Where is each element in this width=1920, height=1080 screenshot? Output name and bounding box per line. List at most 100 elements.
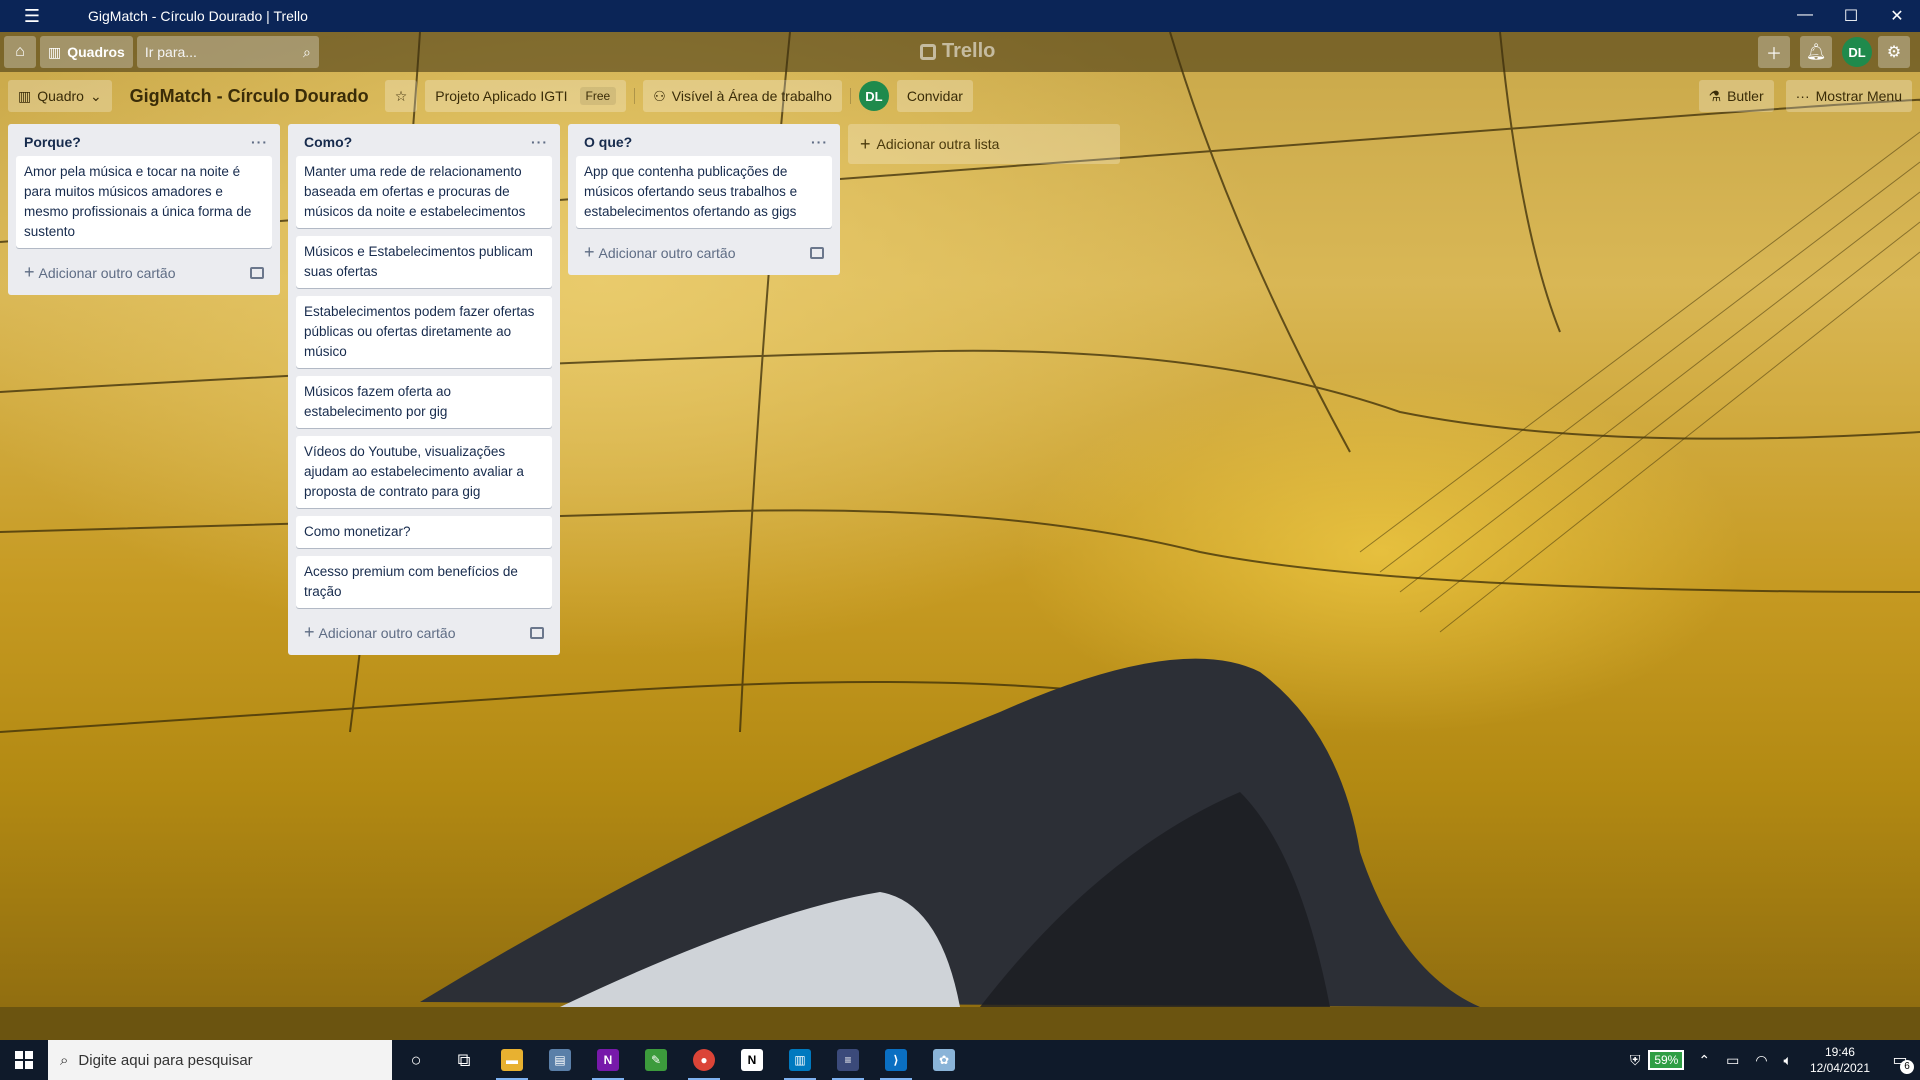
notifications-button[interactable]: 🔔︎ [1800, 36, 1832, 68]
search-box[interactable]: ⌕ [136, 36, 319, 68]
card[interactable]: App que contenha publicações de músicos … [576, 156, 832, 228]
add-card-label: Adicionar outro cartão [318, 625, 456, 641]
window-controls: — ☐ ✕ [1782, 6, 1920, 26]
board-view-switcher[interactable]: ▥ Quadro ⌄ [8, 80, 112, 112]
create-button[interactable]: ＋ [1758, 36, 1790, 68]
menu-icon[interactable]: ☰ [0, 6, 64, 27]
member-avatar[interactable]: DL [858, 81, 889, 111]
list-header[interactable]: O que? ··· [568, 124, 840, 156]
close-icon[interactable]: ✕ [1874, 6, 1920, 26]
list-cards: App que contenha publicações de músicos … [568, 156, 840, 228]
taskbar-search-input[interactable] [78, 1051, 359, 1069]
volume-icon[interactable]: 🔈︎ [1776, 1052, 1800, 1069]
star-icon: ☆ [394, 87, 408, 104]
system-tray: ⛨ 59% ⌃ ▭ ◠ 🔈︎ 19:46 12/04/2021 ▭ 6 [1622, 1040, 1920, 1080]
card[interactable]: Estabelecimentos podem fazer ofertas púb… [296, 296, 552, 368]
list-como: Como? ··· Manter uma rede de relacioname… [288, 124, 560, 655]
clock[interactable]: 19:46 12/04/2021 [1800, 1044, 1880, 1076]
add-card-label: Adicionar outro cartão [38, 265, 176, 281]
clock-time: 19:46 [1824, 1045, 1855, 1059]
trello-logo-icon [920, 43, 936, 60]
chrome-icon[interactable]: ● [680, 1040, 728, 1080]
list-header[interactable]: Porque? ··· [8, 124, 280, 156]
chevron-up-icon[interactable]: ⌃ [1690, 1052, 1718, 1069]
paint-icon[interactable]: ✿ [920, 1040, 968, 1080]
more-icon: ··· [1795, 88, 1810, 104]
card[interactable]: Manter uma rede de relacionamento basead… [296, 156, 552, 228]
add-list-label: Adicionar outra lista [876, 136, 1000, 152]
board-header: ▥ Quadro ⌄ GigMatch - Círculo Dourado ☆ … [8, 80, 1912, 112]
list-title[interactable]: Porque? [24, 134, 81, 150]
add-card-button[interactable]: + Adicionar outro cartão [288, 616, 560, 651]
header-actions: ＋ 🔔︎ DL ⚙ [1758, 36, 1914, 68]
home-icon: ⌂ [15, 43, 25, 60]
show-menu-button[interactable]: ··· Mostrar Menu [1785, 80, 1912, 112]
task-view-icon[interactable]: ⧉ [440, 1040, 488, 1080]
card-template-icon[interactable] [810, 246, 824, 259]
list-title[interactable]: O que? [584, 134, 632, 150]
card[interactable]: Amor pela música e tocar na noite é para… [16, 156, 272, 248]
battery-icon[interactable]: ▭ [1718, 1052, 1747, 1069]
butler-icon: ⚗ [1708, 87, 1722, 104]
gear-icon: ⚙ [1886, 44, 1902, 61]
boards-button[interactable]: ▥ Quadros [40, 36, 133, 68]
file-explorer-icon[interactable]: ▬ [488, 1040, 536, 1080]
search-icon[interactable]: ⌕ [303, 44, 311, 61]
trello-app-icon[interactable]: ▥ [776, 1040, 824, 1080]
maximize-icon[interactable]: ☐ [1828, 6, 1874, 26]
start-button[interactable] [0, 1040, 48, 1080]
plus-icon: + [584, 242, 595, 262]
vscode-icon[interactable]: ⟩ [872, 1040, 920, 1080]
card[interactable]: Vídeos do Youtube, visualizações ajudam … [296, 436, 552, 508]
card[interactable]: Acesso premium com benefícios de tração [296, 556, 552, 608]
card[interactable]: Músicos fazem oferta ao estabelecimento … [296, 376, 552, 428]
notification-count: 6 [1900, 1060, 1914, 1074]
app-icon[interactable]: ▤ [536, 1040, 584, 1080]
boards-label: Quadros [67, 44, 125, 60]
list-more-icon[interactable]: ··· [251, 134, 272, 150]
user-avatar[interactable]: DL [1842, 37, 1872, 67]
taskbar-search[interactable]: ⌕ [48, 1040, 392, 1080]
show-menu-label: Mostrar Menu [1815, 88, 1902, 104]
notion-icon[interactable]: N [728, 1040, 776, 1080]
wifi-icon[interactable]: ◠ [1747, 1052, 1775, 1069]
board-title[interactable]: GigMatch - Círculo Dourado [120, 86, 377, 107]
minimize-icon[interactable]: — [1782, 6, 1828, 26]
trello-logo-text: Trello [942, 40, 996, 62]
list-header[interactable]: Como? ··· [288, 124, 560, 156]
notepad-icon[interactable]: ✎ [632, 1040, 680, 1080]
list-more-icon[interactable]: ··· [811, 134, 832, 150]
add-card-button[interactable]: + Adicionar outro cartão [8, 256, 280, 291]
app-icon[interactable]: ≡ [824, 1040, 872, 1080]
star-button[interactable]: ☆ [384, 80, 418, 112]
divider [849, 88, 851, 104]
notification-center-icon[interactable]: ▭ 6 [1880, 1050, 1920, 1074]
onenote-icon[interactable]: N [584, 1040, 632, 1080]
card[interactable]: Como monetizar? [296, 516, 552, 548]
list-more-icon[interactable]: ··· [531, 134, 552, 150]
add-list-button[interactable]: + Adicionar outra lista [848, 124, 1120, 164]
cortana-icon[interactable]: ○ [392, 1040, 440, 1080]
clock-date: 12/04/2021 [1809, 1061, 1870, 1075]
invite-button[interactable]: Convidar [896, 80, 973, 112]
card-template-icon[interactable] [250, 266, 264, 279]
home-button[interactable]: ⌂ [4, 36, 36, 68]
battery-indicator[interactable]: 59% [1648, 1050, 1685, 1070]
settings-button[interactable]: ⚙ [1878, 36, 1910, 68]
plus-icon: + [860, 133, 871, 154]
list-title[interactable]: Como? [304, 134, 352, 150]
search-input[interactable] [144, 44, 275, 60]
search-icon: ⌕ [60, 1051, 69, 1069]
security-icon[interactable]: ⛨ [1622, 1052, 1649, 1069]
list-porque: Porque? ··· Amor pela música e tocar na … [8, 124, 280, 295]
visibility-button[interactable]: ⚇ Visível à Área de trabalho [643, 80, 842, 112]
battery-level: 59% [1648, 1050, 1685, 1070]
divider [634, 88, 636, 104]
board-header-right: ⚗ Butler ··· Mostrar Menu [1698, 80, 1912, 112]
trello-logo[interactable]: Trello [920, 40, 995, 63]
card[interactable]: Músicos e Estabelecimentos publicam suas… [296, 236, 552, 288]
workspace-button[interactable]: Projeto Aplicado IGTI Free [425, 80, 627, 112]
card-template-icon[interactable] [530, 626, 544, 639]
add-card-button[interactable]: + Adicionar outro cartão [568, 236, 840, 271]
butler-button[interactable]: ⚗ Butler [1698, 80, 1774, 112]
